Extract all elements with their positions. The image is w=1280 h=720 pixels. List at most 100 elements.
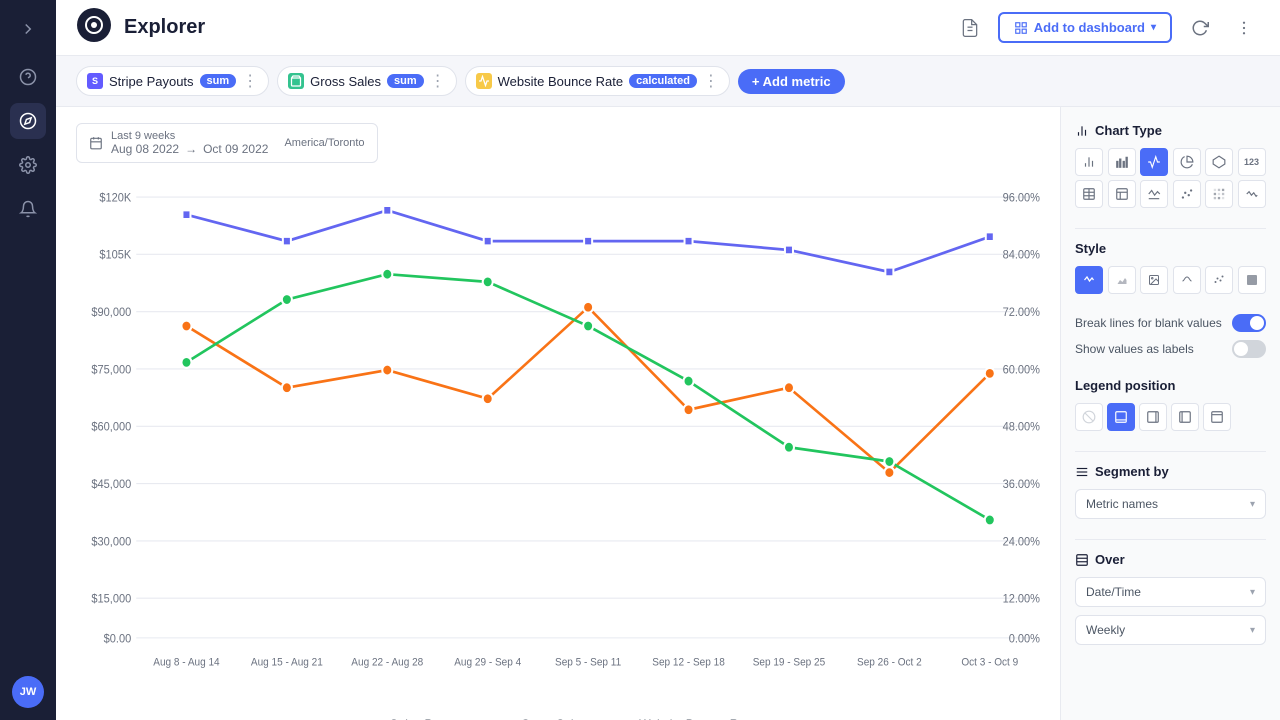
over-period-value: Weekly xyxy=(1086,623,1125,637)
chart-type-number[interactable]: 123 xyxy=(1238,148,1266,176)
style-image[interactable] xyxy=(1140,266,1168,294)
toggle-show-values: Show values as labels xyxy=(1075,340,1266,358)
over-value: Date/Time xyxy=(1086,585,1141,599)
user-avatar[interactable]: JW xyxy=(12,676,44,708)
over-section: Over Date/Time ▾ Weekly ▾ xyxy=(1075,552,1266,645)
legend-pos-right[interactable] xyxy=(1139,403,1167,431)
chart-type-grid: 123 xyxy=(1075,148,1266,176)
metric-bounce-rate[interactable]: Website Bounce Rate calculated ⋮ xyxy=(465,66,730,96)
svg-text:12.00%: 12.00% xyxy=(1003,593,1040,606)
toggles-section: Break lines for blank values Show values… xyxy=(1075,314,1266,358)
chart-type-grouped-bar[interactable] xyxy=(1108,148,1136,176)
style-area[interactable] xyxy=(1108,266,1136,294)
chart-type-waterfall[interactable] xyxy=(1238,180,1266,208)
main-content: Explorer Add to dashboard ▾ xyxy=(56,0,1280,720)
gross-icon xyxy=(288,73,304,89)
segment-by-dropdown[interactable]: Metric names ▾ xyxy=(1075,489,1266,519)
add-to-dashboard-button[interactable]: Add to dashboard ▾ xyxy=(998,12,1172,43)
bounce-badge: calculated xyxy=(629,74,697,88)
chart-type-table[interactable] xyxy=(1075,180,1103,208)
gross-more-icon[interactable]: ⋮ xyxy=(430,71,446,91)
over-period-dropdown[interactable]: Weekly ▾ xyxy=(1075,615,1266,645)
chart-type-line[interactable] xyxy=(1140,148,1168,176)
metrics-bar: S Stripe Payouts sum ⋮ Gross Sales sum ⋮… xyxy=(56,56,1280,107)
stripe-more-icon[interactable]: ⋮ xyxy=(242,71,258,91)
refresh-icon[interactable] xyxy=(1184,12,1216,44)
metric-stripe-payouts[interactable]: S Stripe Payouts sum ⋮ xyxy=(76,66,269,96)
style-title: Style xyxy=(1075,241,1266,256)
stripe-badge: sum xyxy=(200,74,237,88)
over-title: Over xyxy=(1075,552,1266,567)
topbar-right: Add to dashboard ▾ xyxy=(954,12,1260,44)
document-icon[interactable] xyxy=(954,12,986,44)
svg-text:0.00%: 0.00% xyxy=(1009,633,1040,646)
show-values-toggle[interactable] xyxy=(1232,340,1266,358)
svg-text:60.00%: 60.00% xyxy=(1003,364,1040,377)
legend-position-grid xyxy=(1075,403,1266,431)
chart-type-pie[interactable] xyxy=(1173,148,1201,176)
svg-text:72.00%: 72.00% xyxy=(1003,307,1040,320)
sidebar-item-explore[interactable] xyxy=(10,103,46,139)
style-smooth[interactable] xyxy=(1173,266,1201,294)
date-range-label: Last 9 weeks xyxy=(111,130,268,142)
svg-text:Aug 8 - Aug 14: Aug 8 - Aug 14 xyxy=(153,656,220,669)
chart-type-pivot[interactable] xyxy=(1108,180,1136,208)
gross-sales-label: Gross Sales xyxy=(310,74,381,89)
segment-by-value: Metric names xyxy=(1086,497,1158,511)
topbar-left: Explorer xyxy=(76,7,205,48)
chart-type-grid-2 xyxy=(1075,180,1266,208)
date-range-dates: Aug 08 2022 → Oct 09 2022 xyxy=(111,142,268,156)
show-values-label: Show values as labels xyxy=(1075,342,1194,356)
svg-text:$75,000: $75,000 xyxy=(91,364,131,377)
svg-text:$45,000: $45,000 xyxy=(91,479,131,492)
sidebar: JW xyxy=(0,0,56,720)
chart-type-scatter[interactable] xyxy=(1173,180,1201,208)
toggle-break-lines: Break lines for blank values xyxy=(1075,314,1266,332)
style-scatter[interactable] xyxy=(1205,266,1233,294)
metric-gross-sales[interactable]: Gross Sales sum ⋮ xyxy=(277,66,456,96)
svg-text:$60,000: $60,000 xyxy=(91,421,131,434)
style-filled[interactable] xyxy=(1238,266,1266,294)
chart-type-heatmap[interactable] xyxy=(1205,180,1233,208)
stripe-payouts-label: Stripe Payouts xyxy=(109,74,194,89)
stripe-icon: S xyxy=(87,73,103,89)
date-range-wrapper: Last 9 weeks Aug 08 2022 → Oct 09 2022 A… xyxy=(76,123,1040,175)
segment-by-title: Segment by xyxy=(1075,464,1266,479)
date-end: Oct 09 2022 xyxy=(203,142,268,156)
svg-text:48.00%: 48.00% xyxy=(1003,421,1040,434)
svg-text:36.00%: 36.00% xyxy=(1003,479,1040,492)
legend-pos-none[interactable] xyxy=(1075,403,1103,431)
chart-type-area[interactable] xyxy=(1140,180,1168,208)
sidebar-item-settings[interactable] xyxy=(10,147,46,183)
sidebar-item-notifications[interactable] xyxy=(10,191,46,227)
sidebar-item-help[interactable] xyxy=(10,59,46,95)
legend-pos-top[interactable] xyxy=(1203,403,1231,431)
add-metric-button[interactable]: + Add metric xyxy=(738,69,845,94)
break-lines-toggle[interactable] xyxy=(1232,314,1266,332)
svg-text:Aug 22 - Aug 28: Aug 22 - Aug 28 xyxy=(351,656,423,669)
svg-text:Sep 12 - Sep 18: Sep 12 - Sep 18 xyxy=(652,656,725,669)
gross-badge: sum xyxy=(387,74,424,88)
break-lines-label: Break lines for blank values xyxy=(1075,316,1222,330)
chart-type-bar[interactable] xyxy=(1075,148,1103,176)
svg-text:96.00%: 96.00% xyxy=(1003,192,1040,205)
right-panel: Chart Type xyxy=(1060,107,1280,720)
bounce-icon xyxy=(476,73,492,89)
chart-main: Last 9 weeks Aug 08 2022 → Oct 09 2022 A… xyxy=(56,107,1060,720)
more-options-icon[interactable] xyxy=(1228,12,1260,44)
legend-pos-left[interactable] xyxy=(1171,403,1199,431)
bounce-more-icon[interactable]: ⋮ xyxy=(703,71,719,91)
chart-container: Last 9 weeks Aug 08 2022 → Oct 09 2022 A… xyxy=(56,107,1280,720)
svg-text:$120K: $120K xyxy=(99,192,131,205)
sidebar-nav-arrow[interactable] xyxy=(19,12,37,51)
legend-pos-bottom[interactable] xyxy=(1107,403,1135,431)
svg-text:$30,000: $30,000 xyxy=(91,536,131,549)
timezone-label: America/Toronto xyxy=(284,137,364,149)
style-line[interactable] xyxy=(1075,266,1103,294)
chart-type-radar[interactable] xyxy=(1205,148,1233,176)
date-range[interactable]: Last 9 weeks Aug 08 2022 → Oct 09 2022 A… xyxy=(76,123,378,163)
svg-text:Sep 19 - Sep 25: Sep 19 - Sep 25 xyxy=(753,656,826,669)
over-datetime-dropdown[interactable]: Date/Time ▾ xyxy=(1075,577,1266,607)
explorer-logo-icon xyxy=(76,7,112,48)
bounce-rate-label: Website Bounce Rate xyxy=(498,74,624,89)
